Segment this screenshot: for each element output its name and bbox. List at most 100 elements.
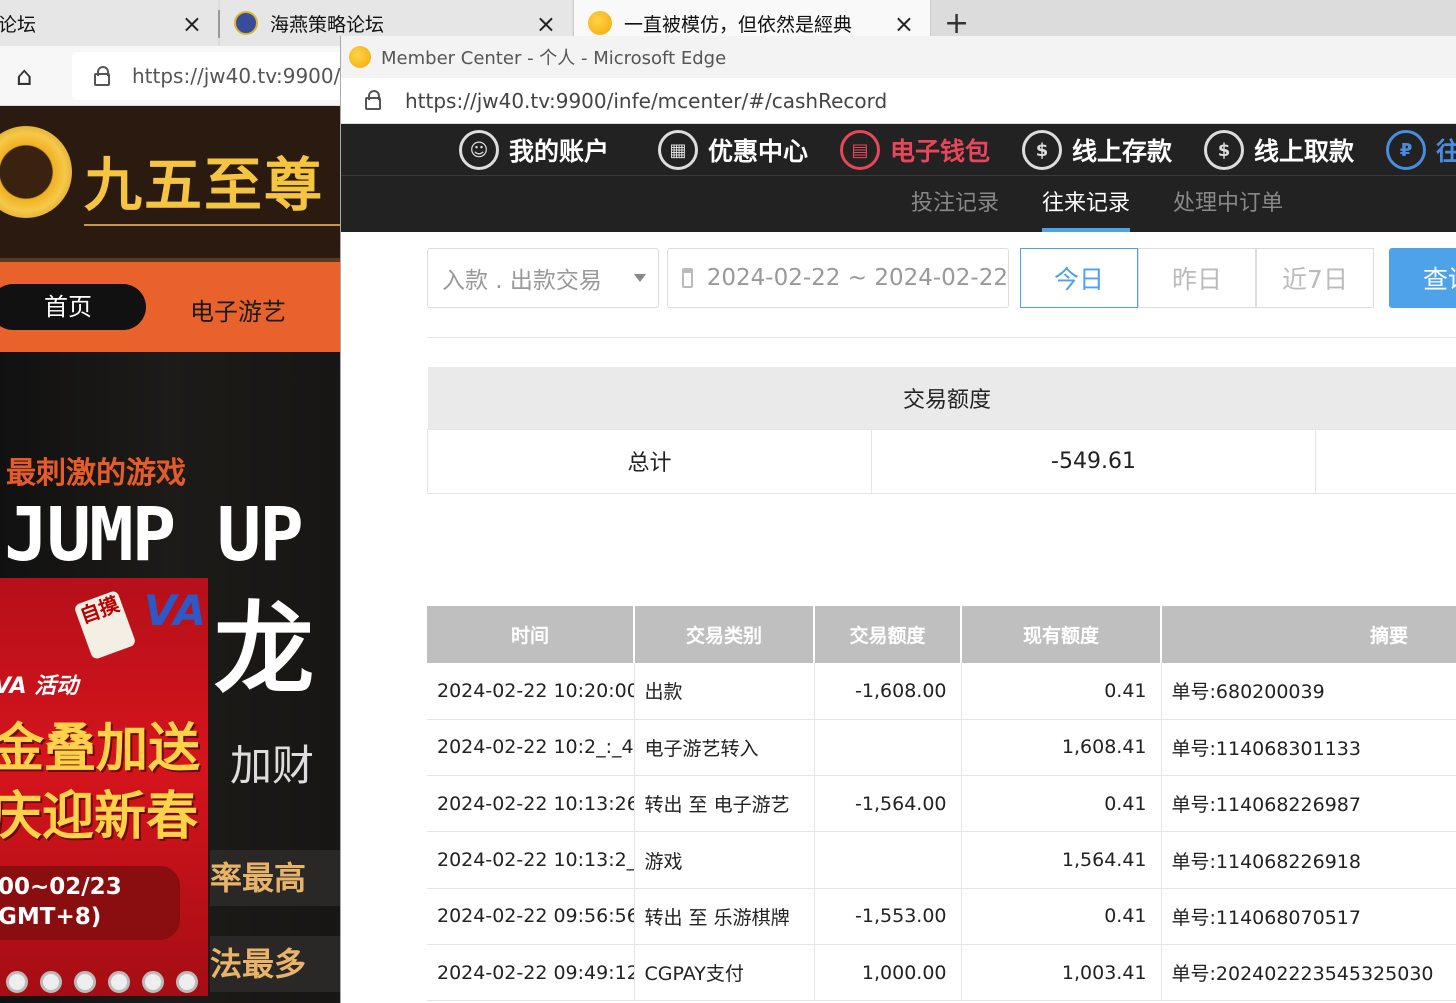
sub-nav: 投注记录 往来记录 处理中订单 [341, 176, 1456, 232]
banner-feature-1: 率最高 [210, 850, 340, 906]
col-header-type[interactable]: 交易类别 [634, 606, 815, 663]
summary-header: 交易额度 [427, 367, 1456, 429]
member-nav-promotions[interactable]: ▦ 优惠中心 [658, 124, 808, 176]
nav-electronic-games[interactable]: 电子游艺 [190, 292, 286, 327]
col-header-note[interactable]: 摘要 [1161, 606, 1456, 663]
cell-balance: 0.41 [961, 888, 1162, 945]
summary-empty-cell [1315, 428, 1456, 494]
member-nav-records[interactable]: ₽ 往 [1386, 124, 1456, 176]
cell-type: CGPAY支付 [634, 944, 815, 1002]
chevron-down-icon [634, 274, 646, 282]
background-site: 九五至尊 首页 电子游艺 最刺激的游戏 JUMP UP 龙 加财 率最高 法最多… [0, 106, 340, 1003]
cell-note: 单号:202402223545325030 [1161, 944, 1456, 1002]
cell-balance: 1,003.41 [961, 944, 1162, 1002]
cell-note: 单号:114068070517 [1161, 888, 1456, 945]
cell-note: 单号:114068301133 [1161, 719, 1456, 777]
records-header-row: 时间 交易类别 交易额度 现有额度 摘要 [427, 606, 1456, 663]
member-nav-deposit[interactable]: $ 线上存款 [1022, 124, 1172, 176]
tab-bet-records[interactable]: 投注记录 [911, 176, 999, 232]
divider [427, 337, 1456, 338]
today-button[interactable]: 今日 [1020, 248, 1138, 308]
promo-popup[interactable]: VA 自摸 VA 活动 金叠加送 庆迎新春 00~02/23 GMT+8) [0, 578, 208, 996]
member-nav-withdraw[interactable]: $ 线上取款 [1204, 124, 1354, 176]
home-icon[interactable]: ⌂ [16, 62, 33, 92]
carousel-dot[interactable] [74, 971, 96, 993]
banner-subtitle: 加财 [230, 741, 315, 790]
carousel-dot[interactable] [142, 971, 164, 993]
record-icon: ₽ [1386, 130, 1426, 170]
tab-pending-orders[interactable]: 处理中订单 [1173, 176, 1283, 232]
cell-time: 2024-02-22 09:56:56 [427, 888, 635, 945]
gift-icon: ▦ [658, 130, 698, 170]
date-range-input[interactable]: 2024-02-22 ~ 2024-02-22 [667, 248, 1009, 308]
tab-title: 论坛 [0, 13, 37, 36]
cell-time: 2024-02-22 10:13:26 [427, 775, 635, 833]
close-icon[interactable]: × [536, 10, 556, 38]
logo-ornament [84, 224, 340, 226]
carousel-dot[interactable] [176, 971, 198, 993]
promo-label: VA 活动 [0, 674, 79, 699]
cell-type: 转出 至 电子游艺 [634, 775, 815, 833]
cell-amount: -1,553.00 [814, 888, 962, 945]
member-nav-wallet[interactable]: ▤ 电子钱包 [840, 124, 990, 176]
promo-date-line-2: GMT+8) [0, 904, 102, 930]
cell-type: 游戏 [634, 831, 815, 889]
summary-value: -549.61 [871, 428, 1316, 494]
carousel-dot[interactable] [6, 971, 28, 993]
cell-type: 出款 [634, 663, 815, 720]
transaction-type-select[interactable]: 入款 . 出款交易 [427, 248, 659, 308]
table-row: 2024-02-22 09:49:12 CGPAY支付 1,000.00 1,0… [427, 944, 1456, 1002]
lock-icon [94, 65, 110, 86]
cell-type: 电子游艺转入 [634, 719, 815, 777]
col-header-time[interactable]: 时间 [427, 606, 635, 663]
cell-amount: 1,000.00 [814, 944, 962, 1002]
member-nav-label: 线上存款 [1072, 137, 1173, 166]
cell-time: 2024-02-22 10:20:00 [427, 663, 635, 720]
transaction-type-value: 入款 . 出款交易 [442, 268, 602, 294]
site-favicon-icon [588, 11, 612, 35]
banner-dragon-text: 龙 [214, 591, 314, 708]
cell-balance: 1,608.41 [961, 719, 1162, 777]
deposit-icon: $ [1022, 130, 1062, 170]
cell-balance: 0.41 [961, 663, 1162, 720]
member-nav-account[interactable]: ☺ 我的账户 [459, 124, 609, 176]
site-nav: 首页 电子游艺 [0, 262, 340, 352]
carousel-dot[interactable] [108, 971, 130, 993]
site-favicon-icon [234, 11, 258, 35]
search-button[interactable]: 查询 [1389, 248, 1456, 308]
table-row: 2024-02-22 10:13:2_ 游戏 1,564.41 单号:11406… [427, 831, 1456, 889]
browser-tab-1[interactable]: 论坛 × [0, 0, 218, 46]
window-address-bar[interactable]: https://jw40.tv:9900/infe/mcenter/#/cash… [341, 78, 1456, 124]
tab-cash-records[interactable]: 往来记录 [1042, 176, 1131, 232]
close-icon[interactable]: × [182, 10, 202, 38]
promo-date-line-1: 00~02/23 [0, 874, 122, 900]
carousel-dot[interactable] [40, 971, 62, 993]
site-favicon-icon [349, 46, 371, 68]
last-7-days-button[interactable]: 近7日 [1256, 248, 1374, 308]
background-address-bar: ⌂ https://jw40.tv:9900/w [0, 46, 372, 106]
yesterday-button[interactable]: 昨日 [1138, 248, 1256, 308]
cell-note: 单号:114068226918 [1161, 831, 1456, 889]
calendar-icon [682, 268, 693, 288]
user-icon: ☺ [459, 130, 499, 170]
nav-home[interactable]: 首页 [0, 284, 146, 330]
banner-title: JUMP UP [4, 492, 304, 578]
table-row: 2024-02-22 10:20:00 出款 -1,608.00 0.41 单号… [427, 663, 1456, 720]
banner-feature-2: 法最多 [210, 936, 340, 992]
promo-headline-1: 金叠加送 [0, 719, 201, 779]
logo-icon [0, 126, 72, 218]
member-nav-label: 我的账户 [509, 137, 610, 166]
window-title: Member Center - 个人 - Microsoft Edge [381, 48, 727, 69]
tab-title: 海燕策略论坛 [270, 13, 385, 36]
member-nav-label: 电子钱包 [890, 137, 991, 166]
close-icon[interactable]: × [894, 10, 914, 38]
carousel-dots[interactable] [6, 971, 198, 993]
cell-time: 2024-02-22 09:49:12 [427, 944, 635, 1002]
background-url-field[interactable]: https://jw40.tv:9900/w [72, 52, 372, 100]
col-header-balance[interactable]: 现有额度 [961, 606, 1162, 663]
col-header-amount[interactable]: 交易额度 [814, 606, 962, 663]
summary-table: 交易额度 总计 -549.61 [427, 367, 1456, 494]
window-title-bar[interactable]: Member Center - 个人 - Microsoft Edge [341, 36, 1456, 78]
cell-amount [814, 719, 962, 777]
cell-amount: -1,564.00 [814, 775, 962, 833]
